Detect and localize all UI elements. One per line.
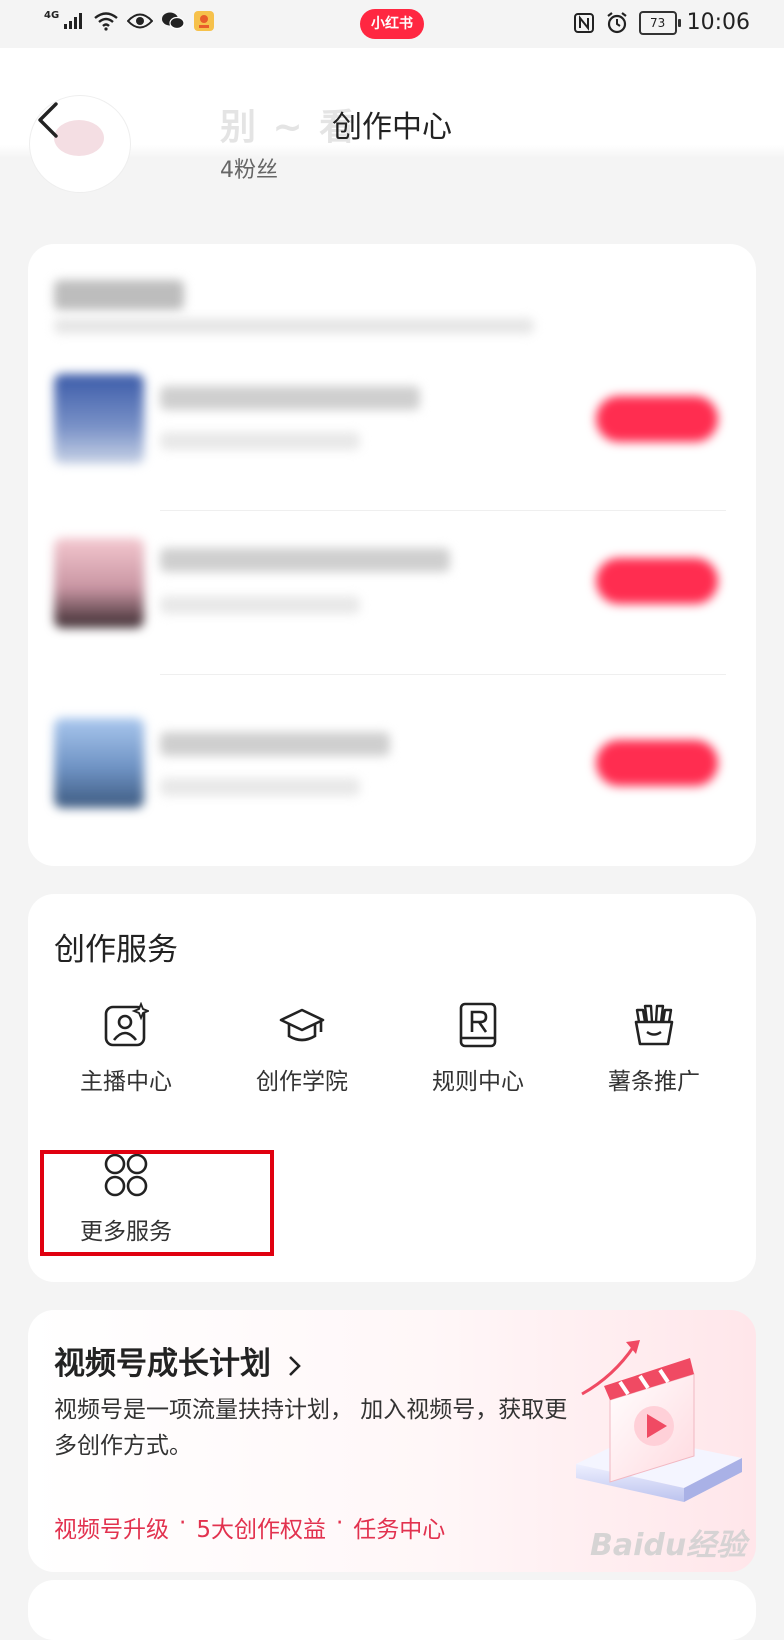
rules-book-icon xyxy=(455,1002,501,1048)
recommendation-action-button[interactable] xyxy=(596,740,718,786)
status-bar: 4G 小红书 73 10:06 xyxy=(0,0,784,48)
recommendation-thumbnail[interactable] xyxy=(54,718,144,808)
status-right-icons: 73 10:06 xyxy=(573,10,750,35)
clock: 10:06 xyxy=(686,10,750,35)
wifi-icon xyxy=(94,12,118,31)
back-arrow-icon xyxy=(38,102,58,138)
recommendation-row-meta-blurred xyxy=(160,432,360,450)
recommendation-row-title-blurred xyxy=(160,386,420,410)
growth-plan-links: 视频号升级 · 5大创作权益 · 任务中心 xyxy=(54,1510,445,1544)
service-creation-academy[interactable]: 创作学院 xyxy=(222,1002,382,1096)
service-fries-promotion[interactable]: 薯条推广 xyxy=(574,1002,734,1096)
recommendation-title-blurred xyxy=(54,280,184,310)
signal-icon xyxy=(64,13,83,29)
row-divider xyxy=(160,674,726,675)
link-task-center[interactable]: 任务中心 xyxy=(353,1510,445,1544)
service-label: 薯条推广 xyxy=(608,1069,700,1095)
chevron-right-icon xyxy=(288,1355,301,1376)
eye-icon xyxy=(127,13,154,29)
anchor-profile-icon xyxy=(103,1001,151,1048)
service-label: 规则中心 xyxy=(432,1069,524,1095)
recommendation-subtitle-blurred xyxy=(54,318,534,334)
status-left-icons: 4G xyxy=(44,10,215,32)
growth-plan-title[interactable]: 视频号成长计划 xyxy=(54,1338,304,1383)
fries-icon xyxy=(631,1002,677,1048)
recommendation-thumbnail[interactable] xyxy=(54,374,144,464)
graduation-cap-icon xyxy=(279,1002,325,1048)
link-separator: · xyxy=(335,1510,344,1536)
row-divider xyxy=(160,510,726,511)
network-type: 4G xyxy=(44,9,60,21)
link-separator: · xyxy=(179,1510,187,1536)
services-title: 创作服务 xyxy=(54,932,178,968)
video-growth-illustration xyxy=(574,1336,744,1510)
page-title: 创作中心 xyxy=(332,110,452,145)
back-button[interactable] xyxy=(30,98,70,142)
fans-count: 4粉丝 xyxy=(220,158,278,183)
baidu-watermark: Baidu经验 xyxy=(590,1528,747,1563)
alarm-icon xyxy=(606,11,627,33)
next-card-peek xyxy=(28,1580,756,1640)
recommendation-row-title-blurred xyxy=(160,548,450,572)
growth-plan-title-text: 视频号成长计划 xyxy=(54,1346,271,1382)
nfc-icon xyxy=(573,12,594,33)
recommendation-action-button[interactable] xyxy=(596,396,718,442)
recommendation-action-button[interactable] xyxy=(596,558,718,604)
battery-indicator: 73 xyxy=(638,10,681,35)
recommendation-row-title-blurred xyxy=(160,732,390,756)
link-creation-benefits[interactable]: 5大创作权益 xyxy=(196,1510,326,1544)
app-badge: 小红书 xyxy=(360,9,424,39)
recommendation-thumbnail[interactable] xyxy=(54,538,144,628)
service-label: 创作学院 xyxy=(256,1069,348,1095)
link-video-upgrade[interactable]: 视频号升级 xyxy=(54,1510,169,1544)
service-label: 主播中心 xyxy=(80,1069,172,1095)
recommendation-row-meta-blurred xyxy=(160,778,360,796)
app-notification-icon xyxy=(194,11,215,31)
recommendation-row-meta-blurred xyxy=(160,596,360,614)
wechat-icon xyxy=(162,12,185,30)
growth-plan-description: 视频号是一项流量扶持计划， 加入视频号，获取更多创作方式。 xyxy=(54,1397,568,1459)
service-rules-center[interactable]: 规则中心 xyxy=(398,1002,558,1096)
service-anchor-center[interactable]: 主播中心 xyxy=(46,1001,206,1096)
highlight-annotation-box xyxy=(40,1150,274,1256)
